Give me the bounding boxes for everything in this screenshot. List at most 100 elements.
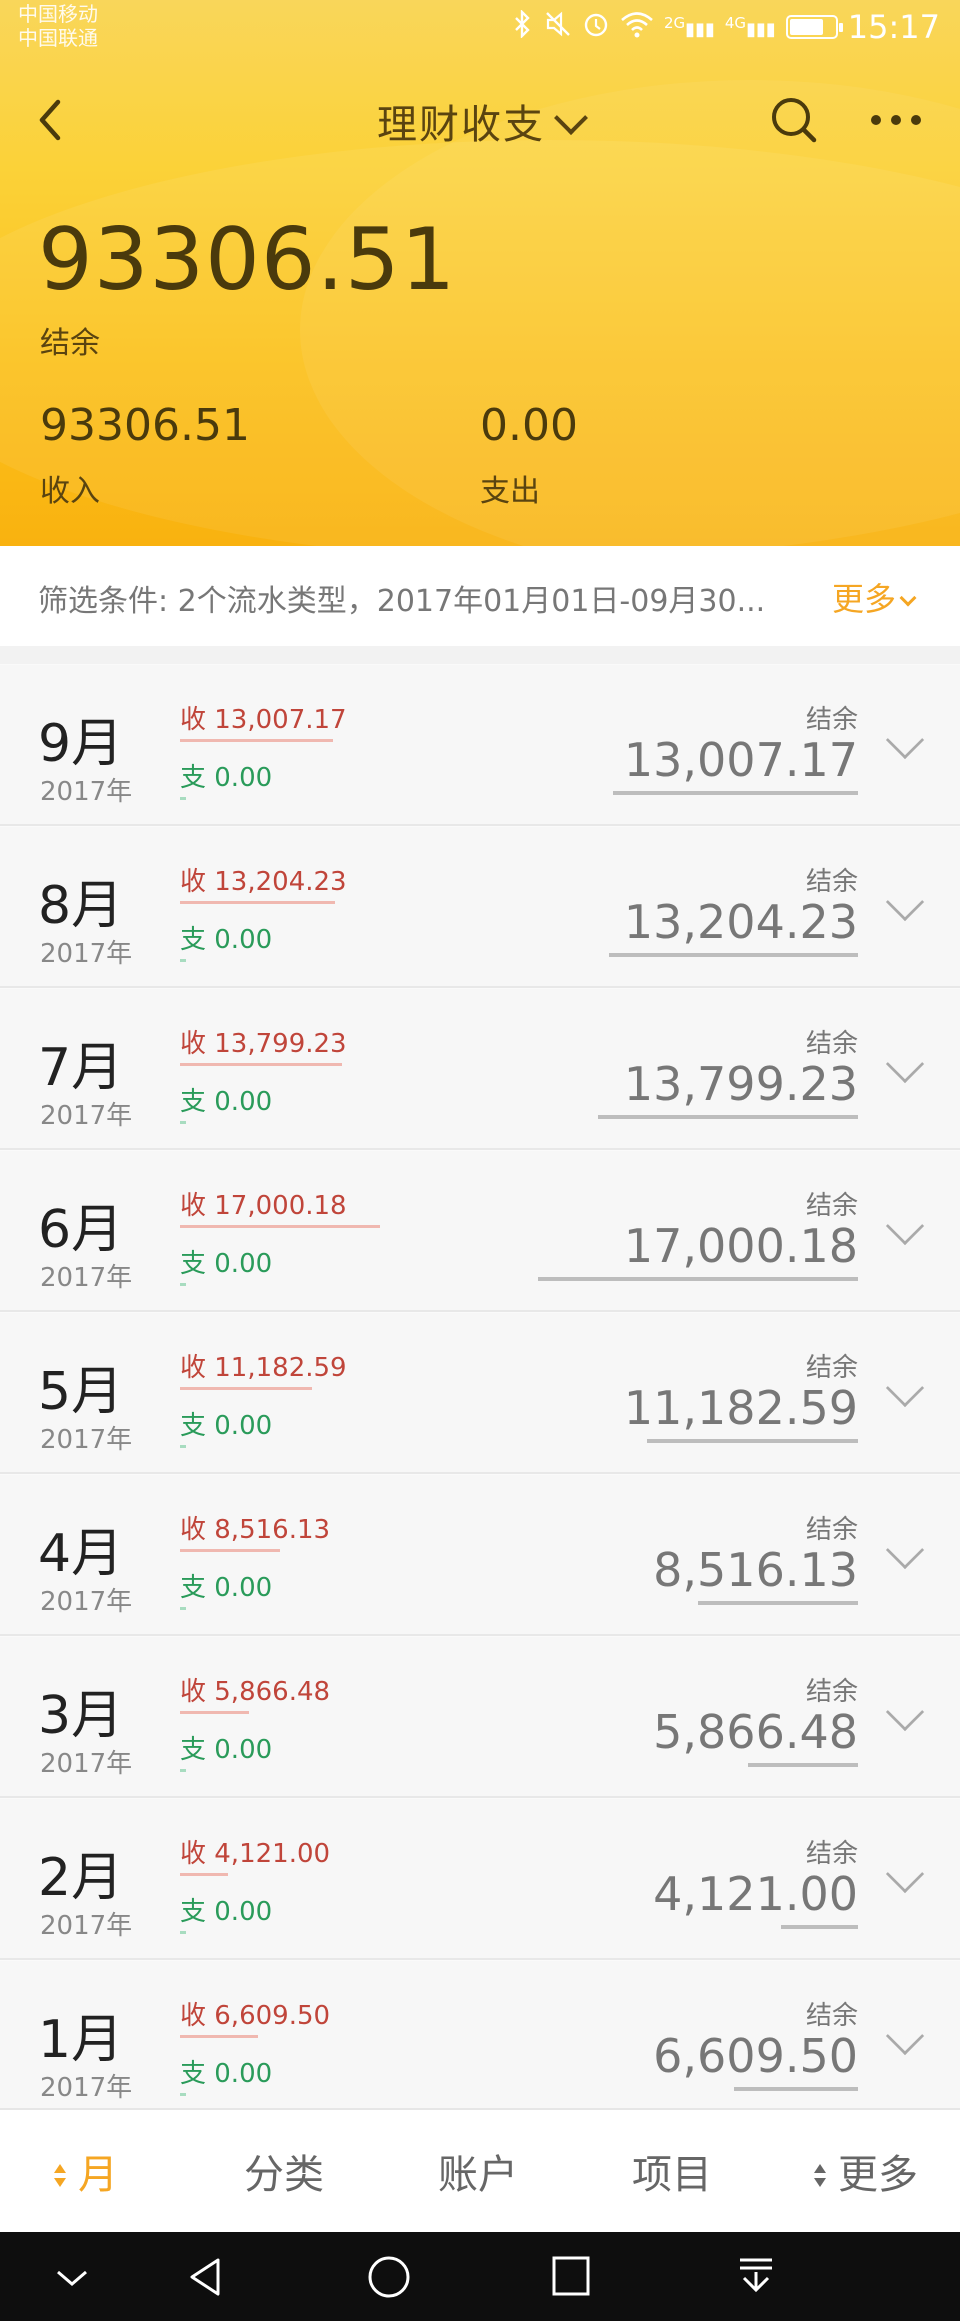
chevron-down-icon[interactable] <box>885 882 925 922</box>
balance-label: 结余 <box>805 1515 858 1545</box>
expense-value: 支 0.00 <box>180 763 273 793</box>
year-label: 2017年 <box>40 2073 133 2103</box>
income-bar <box>180 1549 280 1552</box>
expense-bar <box>180 1445 186 1448</box>
filter-bar[interactable]: 筛选条件: 2个流水类型，2017年01月01日-09月30... 更多 <box>0 546 960 646</box>
tab-more[interactable]: 更多 <box>812 2142 918 2200</box>
balance-label: 结余 <box>40 326 100 361</box>
recents-nav-icon[interactable] <box>548 2252 594 2302</box>
chevron-down-icon <box>554 101 588 135</box>
income-value: 收 8,516.13 <box>180 1515 331 1545</box>
income-bar <box>180 1387 312 1390</box>
month-label: 7月 <box>38 1038 124 1098</box>
network-1-label: 2G <box>664 14 686 32</box>
year-label: 2017年 <box>40 1263 133 1293</box>
tab-month[interactable]: 月 <box>52 2142 118 2200</box>
expense-label: 支出 <box>480 474 540 509</box>
expense-value: 支 0.00 <box>180 1411 273 1441</box>
month-label: 9月 <box>38 714 124 774</box>
expense-value: 支 0.00 <box>180 1897 273 1927</box>
clock: 15:17 <box>847 8 940 46</box>
year-label: 2017年 <box>40 939 133 969</box>
expense-bar <box>180 797 186 800</box>
page-title: 理财收支 <box>377 102 545 148</box>
month-row[interactable]: 4月 2017年 收 8,516.13 支 0.00 结余 8,516.13 <box>0 1474 960 1636</box>
balance-label: 结余 <box>805 1353 858 1383</box>
month-row[interactable]: 2月 2017年 收 4,121.00 支 0.00 结余 4,121.00 <box>0 1798 960 1960</box>
income-bar <box>180 1711 249 1714</box>
balance-label: 结余 <box>805 1029 858 1059</box>
balance-bar <box>734 2087 858 2091</box>
total-income: 93306.51 <box>40 400 250 451</box>
month-label: 6月 <box>38 1200 124 1260</box>
tab-project[interactable]: 项目 <box>632 2142 712 2200</box>
balance-bar <box>613 791 858 795</box>
total-expense: 0.00 <box>480 400 578 451</box>
chevron-down-icon[interactable] <box>885 1530 925 1570</box>
total-balance: 93306.51 <box>38 210 457 310</box>
chevron-down-icon[interactable] <box>885 2016 925 2056</box>
hide-nav-icon[interactable] <box>52 2252 92 2302</box>
balance-value: 17,000.18 <box>623 1219 858 1273</box>
month-label: 4月 <box>38 1524 124 1584</box>
system-nav-bar <box>0 2232 960 2321</box>
tab-project-label: 项目 <box>632 2152 712 2198</box>
balance-label: 结余 <box>805 1677 858 1707</box>
summary-header: 中国移动 中国联通 2G▮▮▮ 4G▮▮▮ 15:17 理财收支 93306.5… <box>0 0 960 546</box>
chevron-down-icon[interactable] <box>885 1692 925 1732</box>
year-label: 2017年 <box>40 1425 133 1455</box>
tab-category[interactable]: 分类 <box>244 2142 324 2200</box>
balance-value: 13,799.23 <box>623 1057 858 1111</box>
tab-more-label: 更多 <box>838 2152 918 2198</box>
chevron-down-icon[interactable] <box>885 1854 925 1894</box>
balance-bar <box>647 1439 858 1443</box>
month-row[interactable]: 6月 2017年 收 17,000.18 支 0.00 结余 17,000.18 <box>0 1150 960 1312</box>
month-label: 8月 <box>38 876 124 936</box>
chevron-down-icon[interactable] <box>885 1368 925 1408</box>
back-nav-icon[interactable] <box>184 2252 228 2302</box>
tab-month-label: 月 <box>78 2152 118 2198</box>
balance-label: 结余 <box>805 2001 858 2031</box>
income-bar <box>180 1873 228 1876</box>
expense-value: 支 0.00 <box>180 1087 273 1117</box>
expense-bar <box>180 1931 186 1934</box>
chevron-down-icon[interactable] <box>885 1044 925 1084</box>
expense-value: 支 0.00 <box>180 1249 273 1279</box>
income-bar <box>180 2035 258 2038</box>
alarm-icon <box>582 10 610 44</box>
income-value: 收 11,182.59 <box>180 1353 347 1383</box>
home-nav-icon[interactable] <box>364 2252 414 2302</box>
month-row[interactable]: 9月 2017年 收 13,007.17 支 0.00 结余 13,007.17 <box>0 664 960 826</box>
month-row[interactable]: 3月 2017年 收 5,866.48 支 0.00 结余 5,866.48 <box>0 1636 960 1798</box>
chevron-down-icon[interactable] <box>885 1206 925 1246</box>
balance-label: 结余 <box>805 1839 858 1869</box>
balance-bar <box>781 1925 858 1929</box>
month-row[interactable]: 5月 2017年 收 11,182.59 支 0.00 结余 11,182.59 <box>0 1312 960 1474</box>
income-label: 收入 <box>40 474 100 509</box>
notification-pull-icon[interactable] <box>734 2252 778 2302</box>
month-row[interactable]: 1月 2017年 收 6,609.50 支 0.00 结余 6,609.50 <box>0 1960 960 2122</box>
expense-value: 支 0.00 <box>180 925 273 955</box>
more-options-icon[interactable] <box>866 92 926 148</box>
chevron-down-icon[interactable] <box>885 720 925 760</box>
income-bar <box>180 1063 342 1066</box>
filter-more-button[interactable]: 更多 <box>832 574 917 620</box>
month-list: 9月 2017年 收 13,007.17 支 0.00 结余 13,007.17… <box>0 664 960 2122</box>
expense-value: 支 0.00 <box>180 1573 273 1603</box>
balance-value: 13,204.23 <box>623 895 858 949</box>
filter-more-label: 更多 <box>832 580 897 618</box>
carrier-labels: 中国移动 中国联通 <box>18 2 98 50</box>
sort-icon <box>52 2162 68 2192</box>
search-icon[interactable] <box>766 92 822 148</box>
status-bar: 中国移动 中国联通 2G▮▮▮ 4G▮▮▮ 15:17 <box>0 0 960 56</box>
income-value: 收 17,000.18 <box>180 1191 347 1221</box>
balance-bar <box>598 1115 858 1119</box>
month-row[interactable]: 7月 2017年 收 13,799.23 支 0.00 结余 13,799.23 <box>0 988 960 1150</box>
balance-label: 结余 <box>805 867 858 897</box>
expense-bar <box>180 1121 186 1124</box>
tab-account[interactable]: 账户 <box>438 2142 518 2200</box>
balance-label: 结余 <box>805 1191 858 1221</box>
signal-1-icon: 2G▮▮▮ <box>664 14 715 40</box>
balance-value: 4,121.00 <box>653 1867 858 1921</box>
month-row[interactable]: 8月 2017年 收 13,204.23 支 0.00 结余 13,204.23 <box>0 826 960 988</box>
